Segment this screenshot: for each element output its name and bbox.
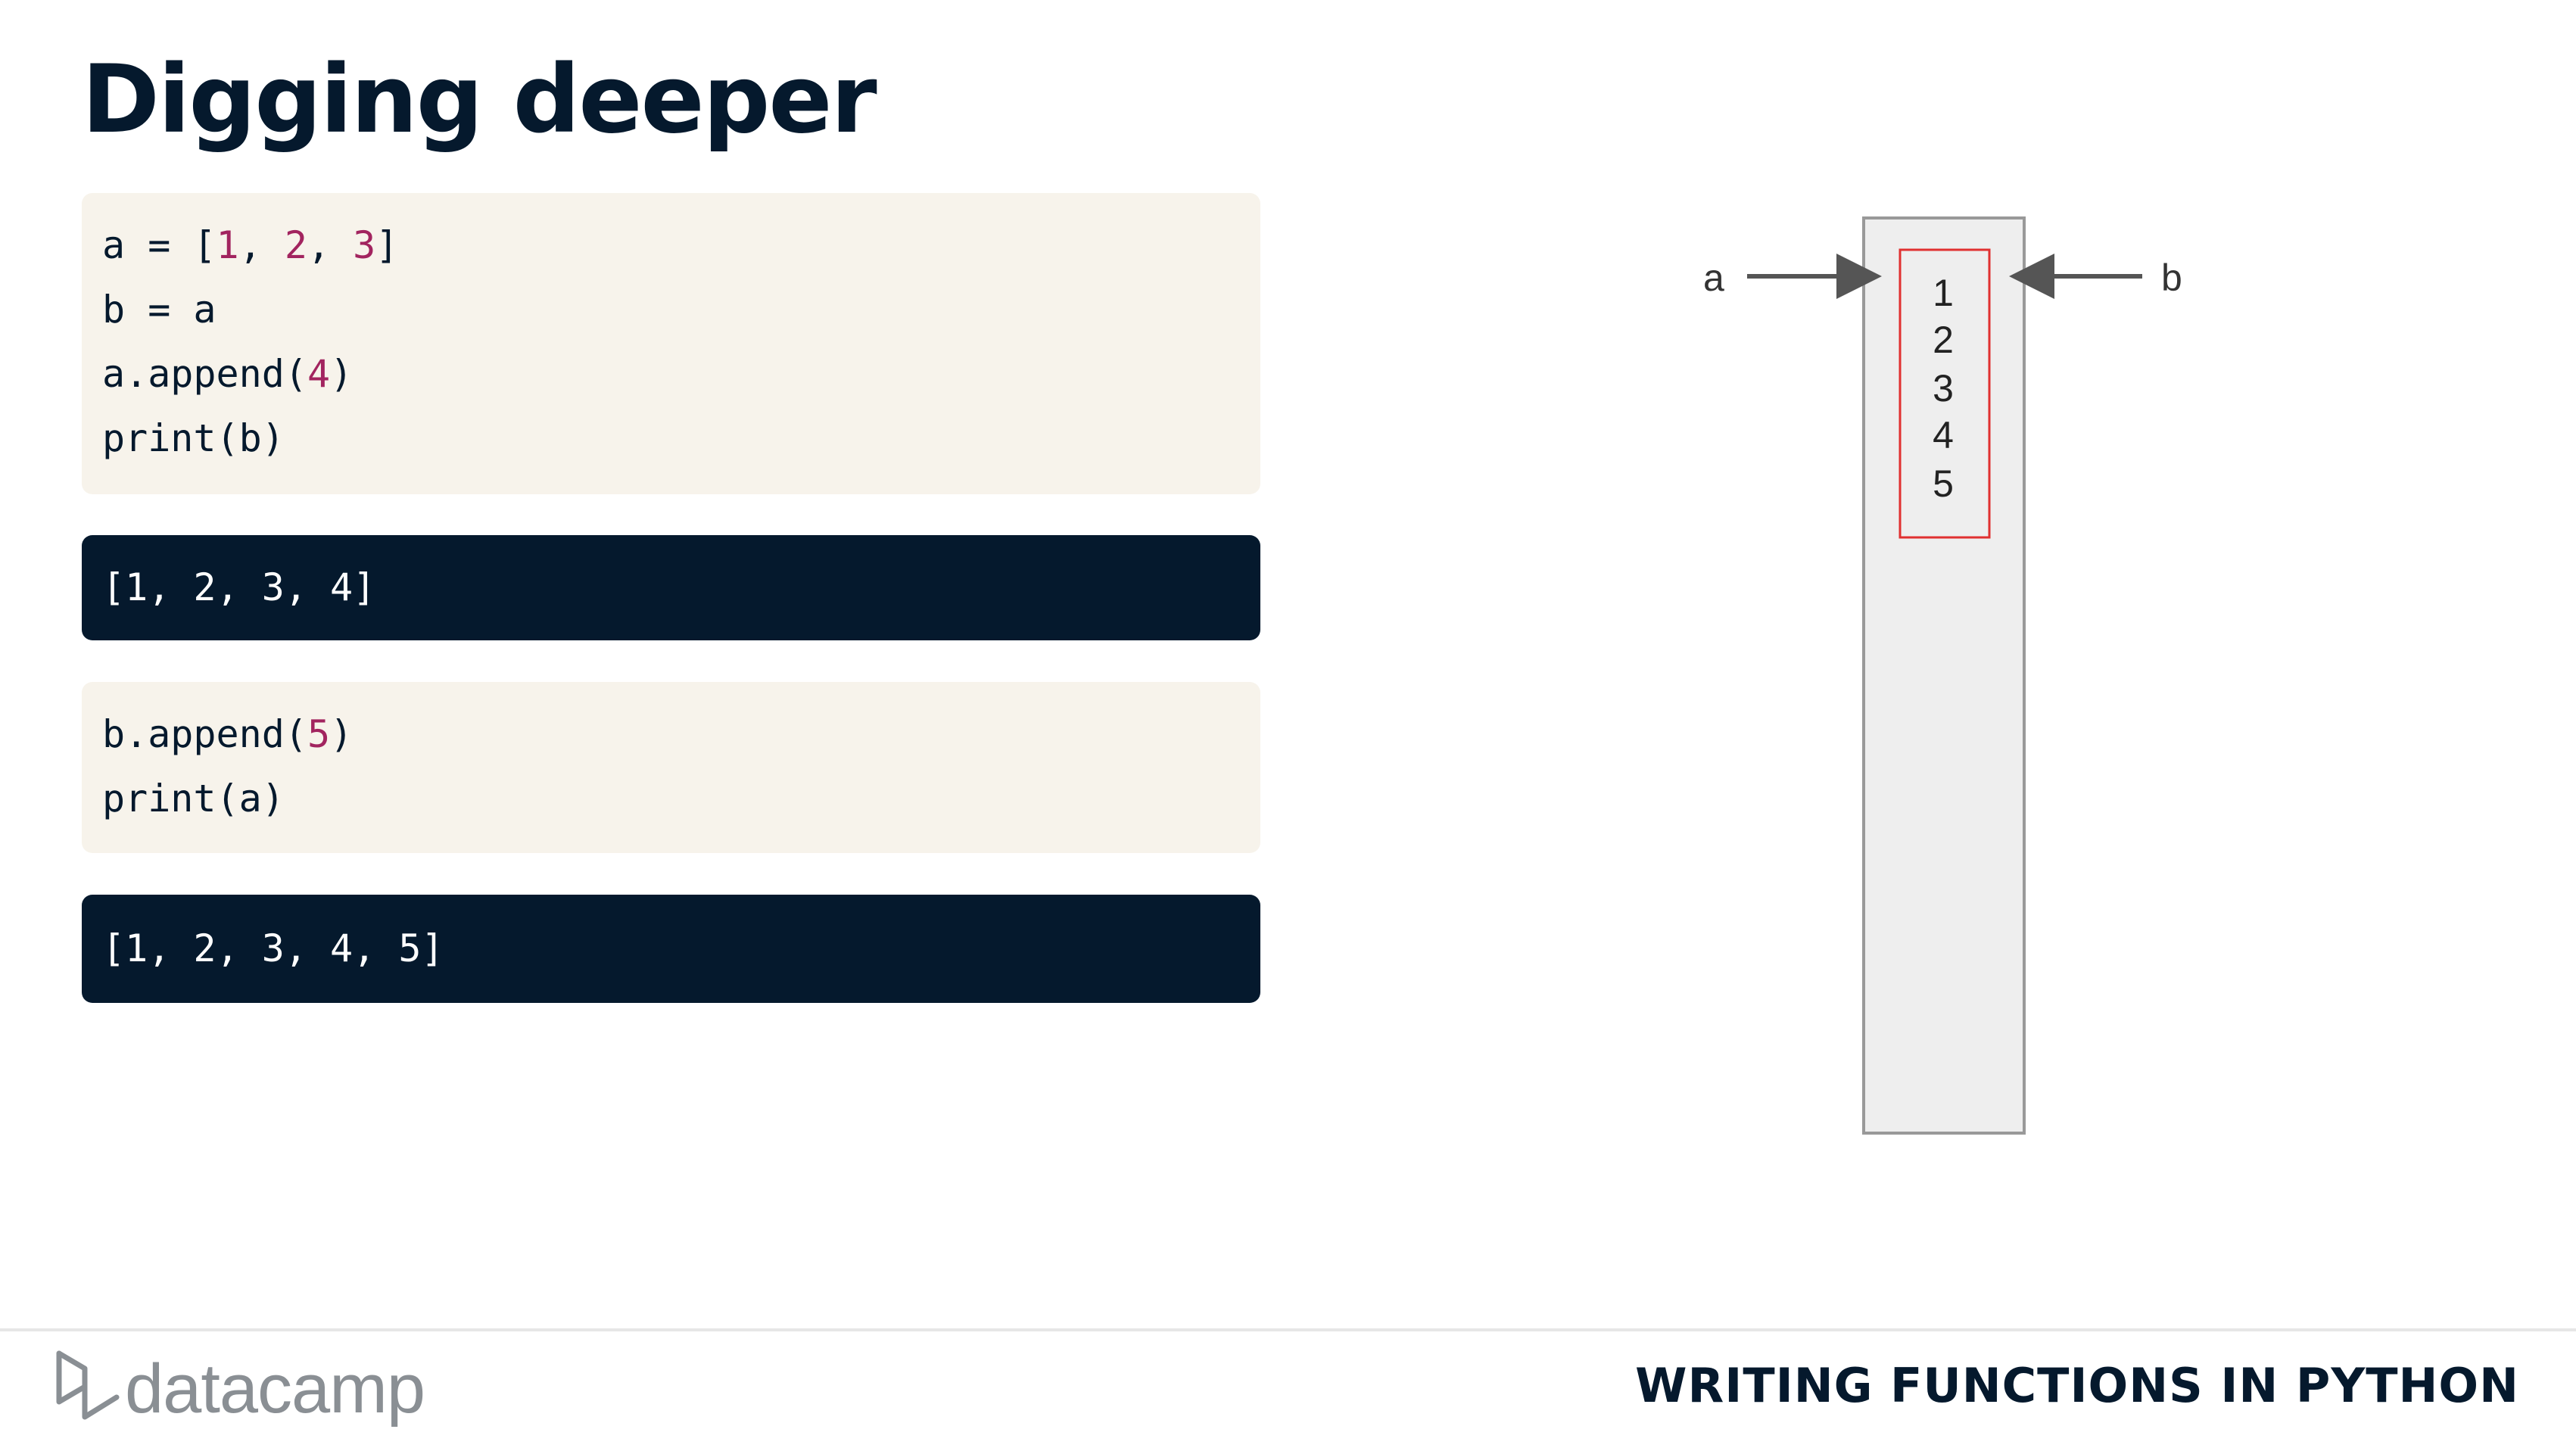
list-value: 1 xyxy=(1933,272,1954,314)
brand-name: datacamp xyxy=(125,1350,425,1428)
list-value: 4 xyxy=(1933,414,1954,456)
memory-diagram xyxy=(1747,216,2142,1135)
variable-label-a: a xyxy=(1703,257,1724,299)
list-value: 2 xyxy=(1933,319,1954,361)
variable-label-b: b xyxy=(2161,257,2182,299)
course-title: WRITING FUNCTIONS IN PYTHON xyxy=(1635,1358,2519,1413)
datacamp-logo-icon xyxy=(56,1350,120,1420)
footer-divider xyxy=(0,1328,2576,1331)
list-value: 5 xyxy=(1933,462,1954,505)
list-value: 3 xyxy=(1933,367,1954,409)
